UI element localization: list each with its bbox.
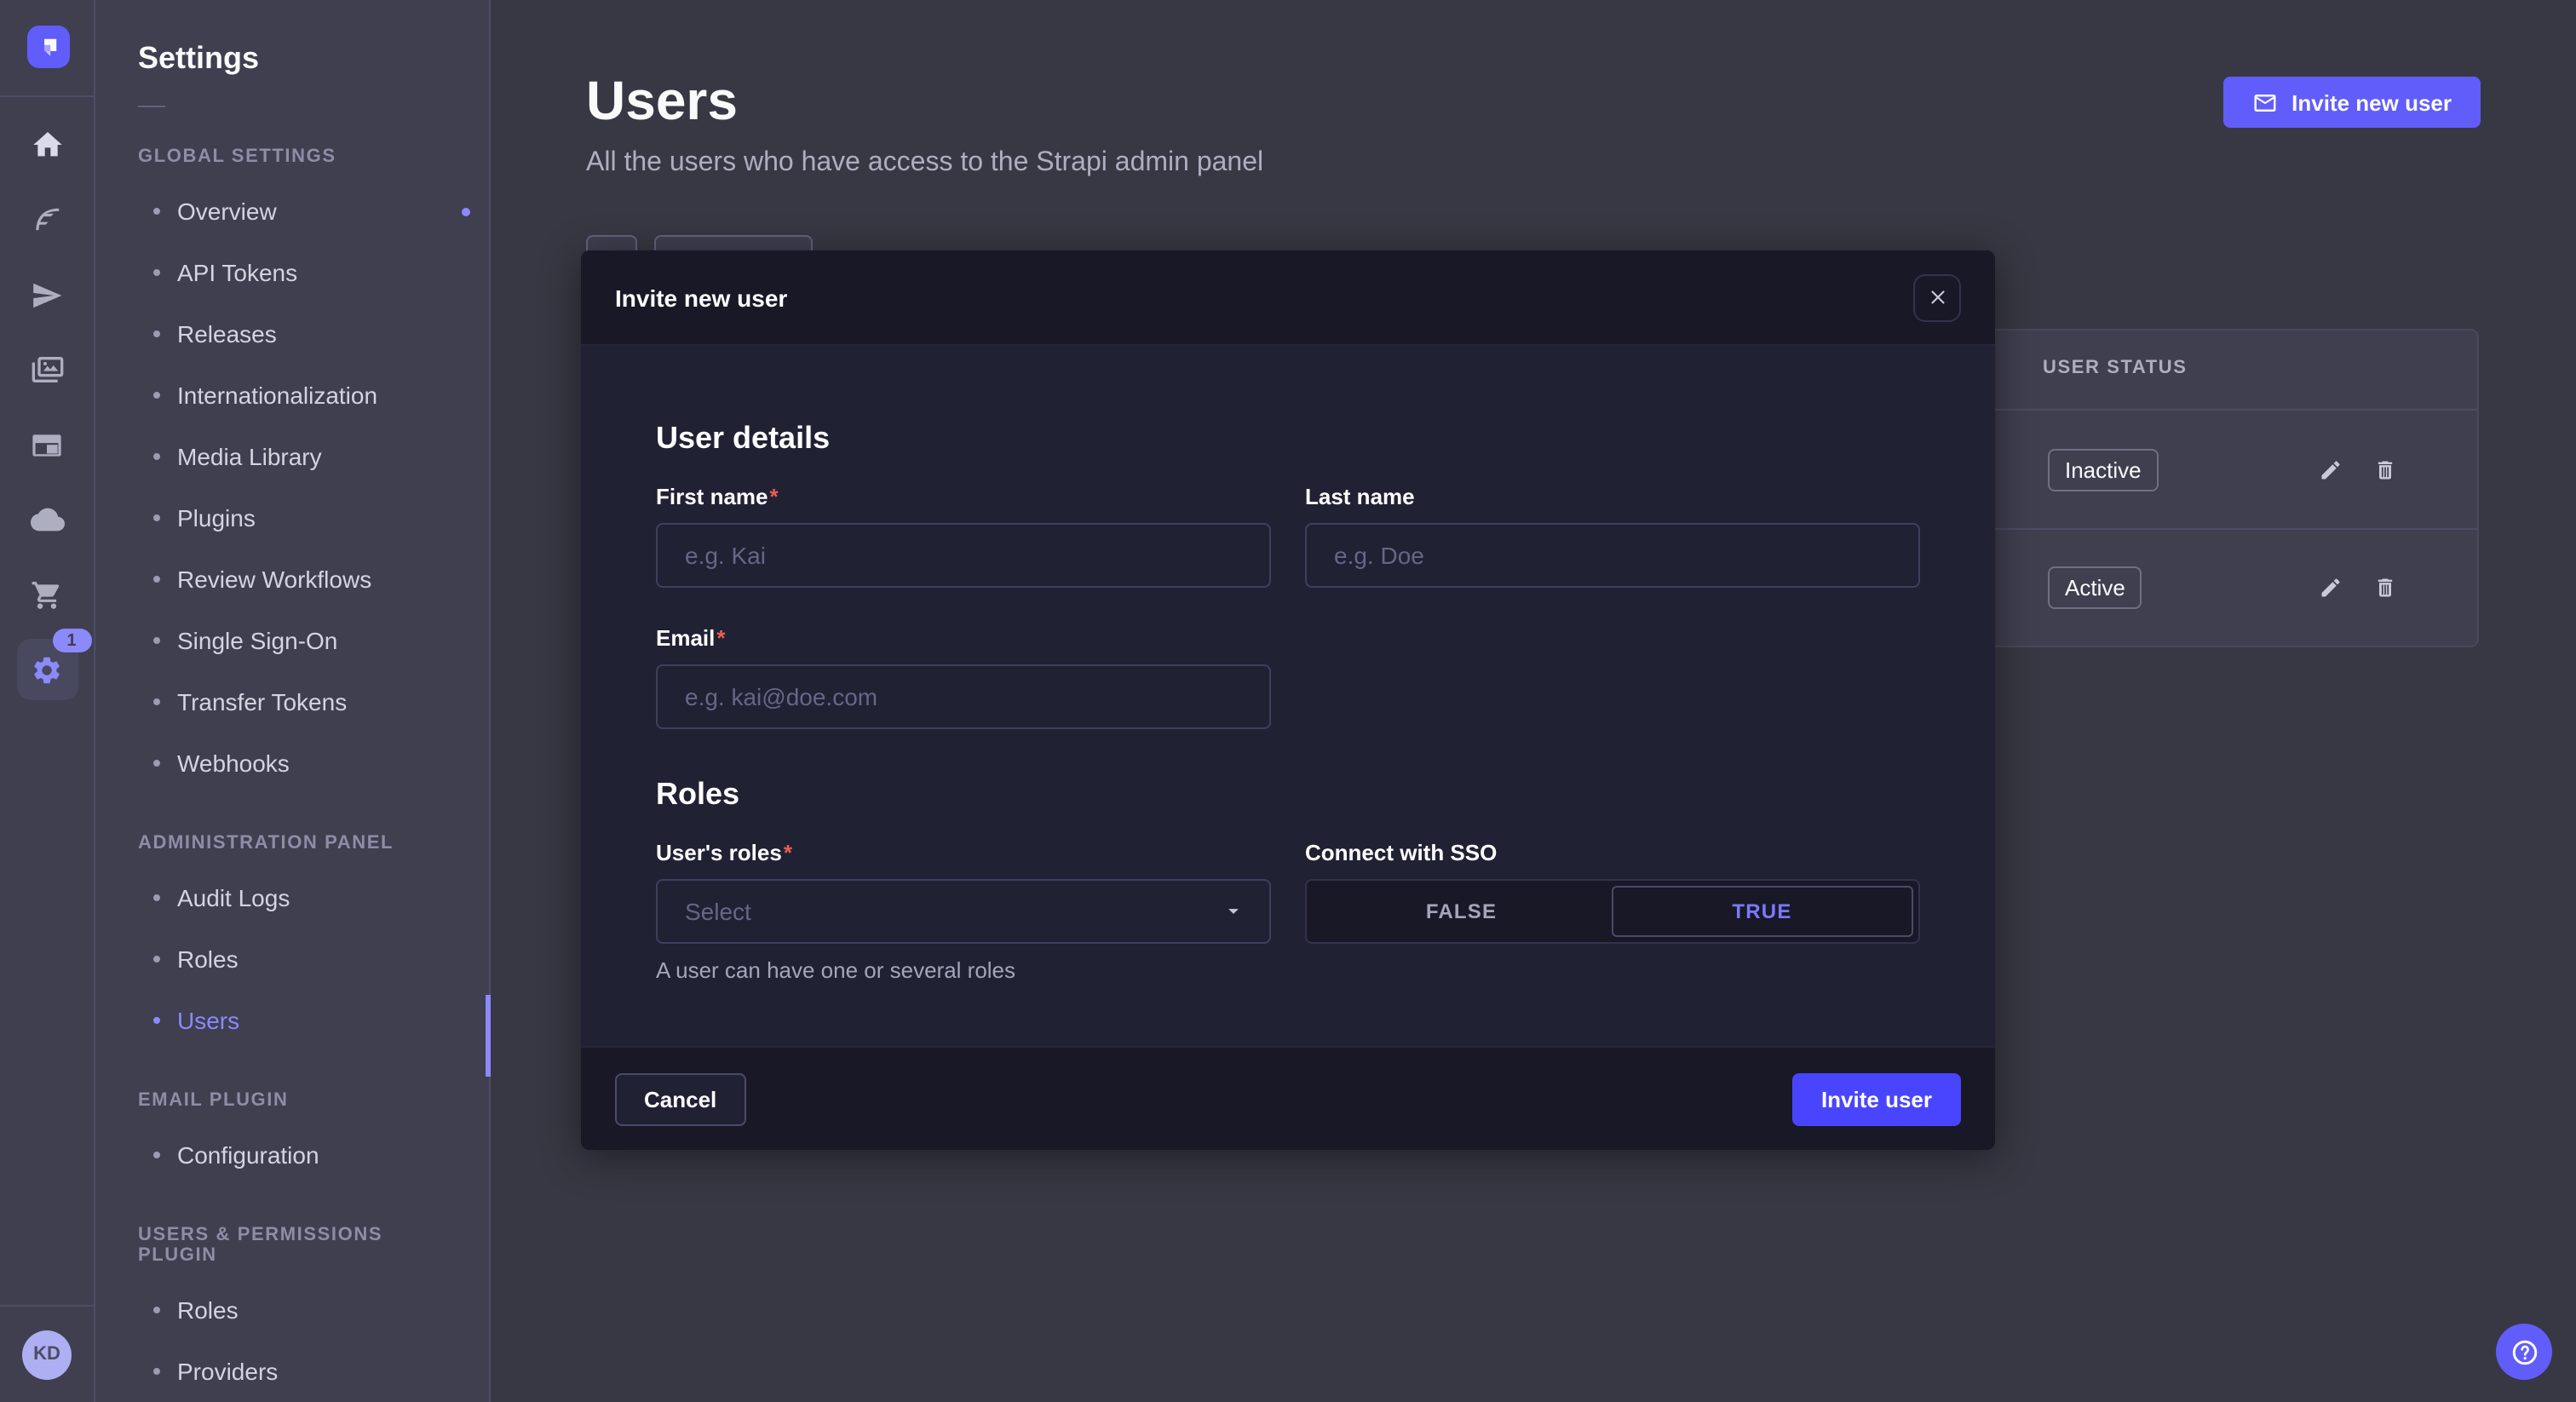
user-roles-select[interactable]: Select <box>656 879 1271 944</box>
close-icon[interactable] <box>1913 273 1961 321</box>
user-details-heading: User details <box>656 421 1920 457</box>
modal-header: Invite new user <box>581 250 1995 346</box>
chevron-down-icon <box>1222 899 1245 923</box>
strapi-admin-app: 1 KD Settings GLOBAL SETTINGS Overview A… <box>0 0 2576 1402</box>
roles-heading: Roles <box>656 777 1920 813</box>
sso-option-false[interactable]: FALSE <box>1312 886 1611 937</box>
first-name-label: First name* <box>656 484 1271 509</box>
email-label: Email* <box>656 625 1271 651</box>
sso-toggle: FALSE TRUE <box>1305 879 1920 944</box>
cancel-button[interactable]: Cancel <box>615 1072 745 1125</box>
email-field[interactable] <box>656 664 1271 729</box>
required-asterisk: * <box>716 625 725 651</box>
modal-body: User details First name* Last name Email… <box>581 346 1995 1046</box>
select-placeholder: Select <box>685 898 751 925</box>
sso-label: Connect with SSO <box>1305 840 1920 865</box>
required-asterisk: * <box>770 484 779 509</box>
first-name-group: First name* <box>656 484 1271 588</box>
user-roles-label: User's roles* <box>656 840 1271 865</box>
modal-title: Invite new user <box>615 284 787 311</box>
last-name-field[interactable] <box>1305 523 1920 588</box>
invite-user-modal: Invite new user User details First name*… <box>581 250 1995 1150</box>
last-name-group: Last name <box>1305 484 1920 588</box>
roles-hint: A user can have one or several roles <box>656 957 1271 983</box>
required-asterisk: * <box>784 840 792 865</box>
invite-user-submit-button[interactable]: Invite user <box>1792 1072 1961 1125</box>
sso-option-true[interactable]: TRUE <box>1611 886 1913 937</box>
sso-group: Connect with SSO FALSE TRUE <box>1305 840 1920 983</box>
first-name-field[interactable] <box>656 523 1271 588</box>
last-name-label: Last name <box>1305 484 1920 509</box>
email-group: Email* <box>656 625 1271 729</box>
modal-footer: Cancel Invite user <box>581 1046 1995 1150</box>
user-roles-group: User's roles* Select A user can have one… <box>656 840 1271 983</box>
